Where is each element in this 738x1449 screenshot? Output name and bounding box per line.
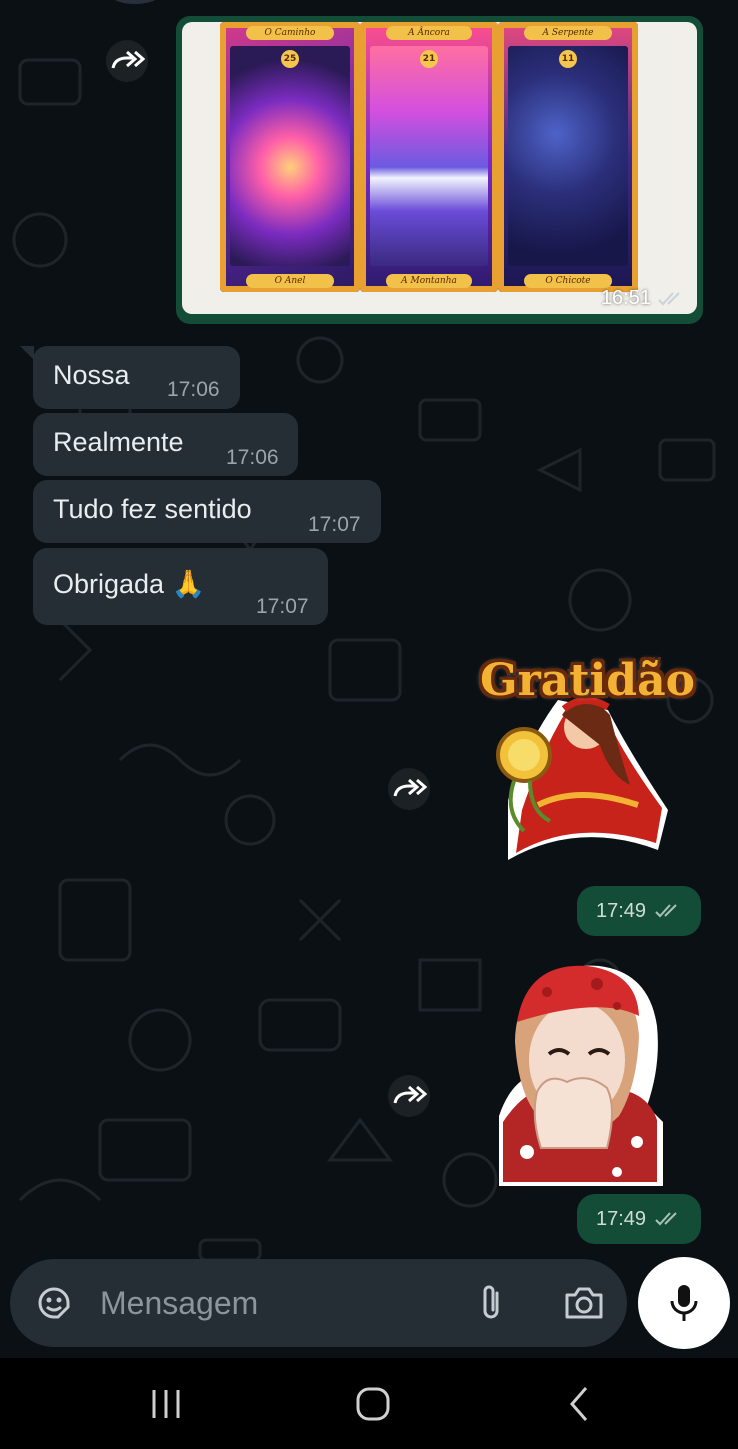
image-message[interactable]: 25 O Caminho O Anel 21 A Âncora A Montan… xyxy=(176,16,703,324)
message-time: 17:07 xyxy=(256,595,309,618)
incoming-message[interactable]: Nossa 17:06 xyxy=(33,346,240,409)
forward-button[interactable] xyxy=(388,1075,430,1117)
sticker-caption: Gratidão xyxy=(480,655,695,706)
gratitude-sticker[interactable]: Gratidão xyxy=(478,655,695,870)
message-time: 17:06 xyxy=(226,446,279,469)
camera-icon xyxy=(565,1287,603,1319)
attach-button[interactable] xyxy=(470,1281,514,1325)
message-time: 17:06 xyxy=(167,378,220,401)
card-number: 21 xyxy=(420,50,438,68)
back-icon xyxy=(570,1387,588,1421)
message-time: 17:49 xyxy=(595,899,647,922)
message-composer[interactable]: Mensagem xyxy=(10,1259,627,1347)
forward-button[interactable] xyxy=(106,40,148,82)
recent-apps-button[interactable] xyxy=(146,1386,186,1422)
read-ticks-icon xyxy=(655,904,677,918)
outgoing-time-pill: 17:49 xyxy=(577,886,701,936)
forward-button[interactable] xyxy=(388,768,430,810)
card-top-label: A Âncora xyxy=(386,26,472,40)
home-button[interactable] xyxy=(353,1384,393,1424)
message-time: 17:07 xyxy=(308,513,361,536)
card-bottom-label: O Chicote xyxy=(524,274,612,288)
message-text: Obrigada 🙏 xyxy=(53,569,206,599)
read-ticks-icon xyxy=(658,291,680,305)
card-whip: 11 A Serpente O Chicote xyxy=(498,22,638,292)
recents-icon xyxy=(152,1390,180,1418)
message-input[interactable]: Mensagem xyxy=(100,1285,258,1322)
bubble-tail xyxy=(20,346,34,360)
message-text: Tudo fez sentido xyxy=(53,494,252,524)
card-mountain: 21 A Âncora A Montanha xyxy=(360,22,498,292)
microphone-icon xyxy=(670,1285,698,1321)
forward-icon xyxy=(393,778,427,797)
laughing-woman-sticker[interactable] xyxy=(497,962,664,1188)
system-navigation-bar xyxy=(0,1358,738,1449)
message-time: 17:49 xyxy=(595,1207,647,1230)
tarot-cards-photo[interactable]: 25 O Caminho O Anel 21 A Âncora A Montan… xyxy=(182,22,697,314)
home-icon xyxy=(356,1387,390,1421)
read-ticks-icon xyxy=(655,1212,677,1226)
paperclip-icon xyxy=(483,1285,499,1319)
forward-icon xyxy=(393,1085,427,1104)
card-bottom-label: O Anel xyxy=(246,274,334,288)
laughing-woman-art xyxy=(499,965,663,1186)
card-number: 11 xyxy=(559,50,577,68)
sticker-button[interactable] xyxy=(32,1281,76,1325)
incoming-message[interactable]: Realmente 17:06 xyxy=(33,413,298,476)
message-text: Realmente xyxy=(53,427,184,457)
voice-message-button[interactable] xyxy=(638,1257,730,1349)
back-button[interactable] xyxy=(562,1384,598,1424)
message-meta: 16:51 xyxy=(601,287,685,310)
message-text: Nossa xyxy=(53,360,130,390)
message-time: 16:51 xyxy=(600,287,651,309)
sticker-icon xyxy=(38,1287,70,1319)
card-bottom-label: A Montanha xyxy=(386,274,472,288)
card-ring: 25 O Caminho O Anel xyxy=(220,22,360,292)
card-top-label: A Serpente xyxy=(524,26,612,40)
camera-button[interactable] xyxy=(560,1281,608,1325)
forward-icon xyxy=(111,50,145,69)
card-number: 25 xyxy=(281,50,299,68)
incoming-message[interactable]: Obrigada 🙏 17:07 xyxy=(33,548,328,625)
card-top-label: O Caminho xyxy=(246,26,334,40)
incoming-message[interactable]: Tudo fez sentido 17:07 xyxy=(33,480,381,543)
outgoing-time-pill: 17:49 xyxy=(577,1194,701,1244)
